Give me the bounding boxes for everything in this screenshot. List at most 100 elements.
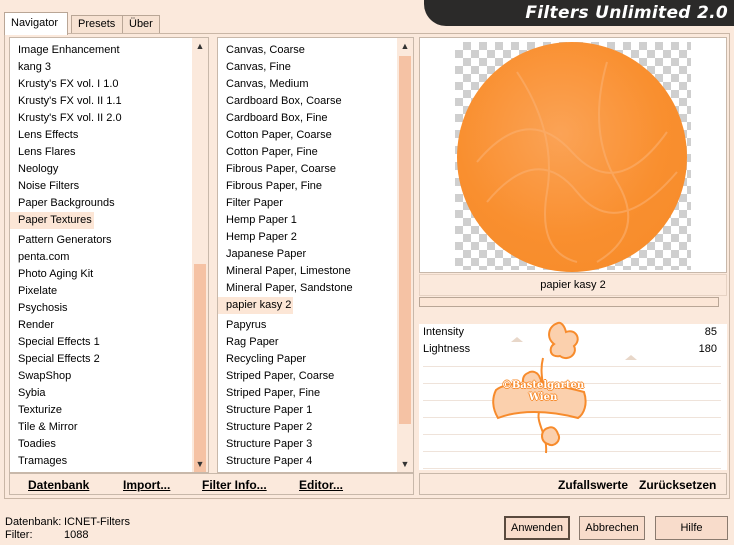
list-item-label: kang 3 [18,61,52,73]
list-item[interactable]: Hemp Paper 2 [218,229,397,246]
list-item[interactable]: Psychosis [10,300,192,317]
list-item[interactable]: Neology [10,161,192,178]
list-item[interactable]: Fibrous Paper, Fine [218,178,397,195]
list-item[interactable]: Canvas, Fine [218,59,397,76]
list-item-label: Krusty's FX vol. I 1.0 [18,78,119,90]
list-item-label: Neology [18,163,59,175]
current-filter-label: papier kasy 2 [419,274,727,296]
list-item[interactable]: Paper Backgrounds [10,195,192,212]
list-item[interactable]: Hemp Paper 1 [218,212,397,229]
slider-marker-icon[interactable] [625,355,637,360]
list-item-label: Tramages [18,455,68,467]
list-item[interactable]: papier kasy 2 [218,297,397,317]
random-values-button[interactable]: Zufallswerte [558,478,628,492]
list-item[interactable]: Mineral Paper, Limestone [218,263,397,280]
list-item[interactable]: Toadies [10,436,192,453]
category-scrollbar[interactable]: ▲ ▼ [192,38,208,472]
list-item[interactable]: Tile & Mirror [10,419,192,436]
list-item[interactable]: Fibrous Paper, Coarse [218,161,397,178]
scroll-thumb[interactable] [194,264,206,472]
list-item[interactable]: Canvas, Medium [218,76,397,93]
filter-list[interactable]: Canvas, Coarse Canvas, Fine Canvas, Medium… [217,37,414,473]
list-item[interactable]: SwapShop [10,368,192,385]
help-button[interactable]: Hilfe [655,516,728,540]
list-item-label: Krusty's FX vol. II 1.1 [18,95,122,107]
tab-ueber[interactable]: Über [122,15,160,34]
slider-label: Lightness [423,343,471,355]
import-button[interactable]: Import... [123,478,170,492]
tab-presets[interactable]: Presets [71,15,123,34]
list-item[interactable]: Cardboard Box, Coarse [218,93,397,110]
list-item[interactable]: Canvas, Coarse [218,42,397,59]
apply-button[interactable]: Anwenden [504,516,570,540]
list-item[interactable]: Pixelate [10,283,192,300]
list-item-label: Structure Paper 4 [226,455,313,467]
list-item[interactable]: Lens Effects [10,127,192,144]
list-item-label: Mineral Paper, Sandstone [226,282,353,294]
scroll-up-icon[interactable]: ▲ [192,38,208,54]
list-item-label: Render [18,319,55,331]
scroll-down-icon[interactable]: ▼ [192,456,208,472]
list-item-label: Canvas, Coarse [226,44,305,56]
list-item[interactable]: Striped Paper, Fine [218,385,397,402]
list-item[interactable]: Rag Paper [218,334,397,351]
list-item[interactable]: Special Effects 2 [10,351,192,368]
filter-items: Canvas, Coarse Canvas, Fine Canvas, Medium… [218,42,397,470]
list-item[interactable]: Recycling Paper [218,351,397,368]
list-item[interactable]: penta.com [10,249,192,266]
filter-info-button[interactable]: Filter Info... [202,478,267,492]
list-item[interactable]: Texturize [10,402,192,419]
scroll-thumb[interactable] [399,56,411,424]
list-item[interactable]: Cotton Paper, Fine [218,144,397,161]
scroll-down-icon[interactable]: ▼ [397,456,413,472]
list-item[interactable]: Noise Filters [10,178,192,195]
slider-value: 85 [704,326,717,338]
preview-pane[interactable] [419,37,727,273]
watermark-line: Wien [528,392,558,403]
list-item[interactable]: Mineral Paper, Sandstone [218,280,397,297]
list-item-label: SwapShop [18,370,72,382]
list-item[interactable]: Lens Flares [10,144,192,161]
list-item[interactable]: Photo Aging Kit [10,266,192,283]
status-filter: Filter: 1088 [5,529,305,542]
list-item[interactable]: kang 3 [10,59,192,76]
category-list[interactable]: Image Enhancement kang 3 Krusty's FX vol. … [9,37,209,473]
list-item[interactable]: Image Enhancement [10,42,192,59]
list-item[interactable]: Structure Paper 2 [218,419,397,436]
list-item-label: Paper Backgrounds [18,197,115,209]
list-item[interactable]: Papyrus [218,317,397,334]
list-item[interactable]: Structure Paper 4 [218,453,397,470]
list-item[interactable]: Tramages [10,453,192,470]
list-item[interactable]: Japanese Paper [218,246,397,263]
list-item-label: Papyrus [226,319,267,331]
list-item-label: Recycling Paper [226,353,307,365]
cancel-button[interactable]: Abbrechen [579,516,645,540]
filter-scrollbar[interactable]: ▲ ▼ [397,38,413,472]
list-item-label: Texturize [18,404,63,416]
scroll-up-icon[interactable]: ▲ [397,38,413,54]
list-item-label: Pixelate [18,285,58,297]
list-item[interactable]: Structure Paper 3 [218,436,397,453]
list-item[interactable]: Striped Paper, Coarse [218,368,397,385]
list-item[interactable]: Cardboard Box, Fine [218,110,397,127]
reset-button[interactable]: Zurücksetzen [639,478,716,492]
list-item[interactable]: Sybia [10,385,192,402]
list-item[interactable]: Krusty's FX vol. II 2.0 [10,110,192,127]
list-item[interactable]: Krusty's FX vol. II 1.1 [10,93,192,110]
list-item[interactable]: Filter Paper [218,195,397,212]
preset-toolbar: Zufallswerte Zurücksetzen [419,473,727,495]
list-item-label: Toadies [18,438,56,450]
list-item[interactable]: Paper Textures [10,212,192,232]
tab-navigator[interactable]: Navigator [4,12,68,35]
list-item[interactable]: Cotton Paper, Coarse [218,127,397,144]
list-item[interactable]: Structure Paper 1 [218,402,397,419]
status-db: Datenbank: ICNET-Filters [5,516,305,529]
list-item[interactable]: Special Effects 1 [10,334,192,351]
list-item-label: Special Effects 1 [18,336,100,348]
list-item[interactable]: Render [10,317,192,334]
list-item[interactable]: Krusty's FX vol. I 1.0 [10,76,192,93]
list-item[interactable]: Pattern Generators [10,232,192,249]
slider-label: Intensity [423,326,464,338]
editor-button[interactable]: Editor... [299,478,343,492]
datenbank-button[interactable]: Datenbank [28,478,89,492]
